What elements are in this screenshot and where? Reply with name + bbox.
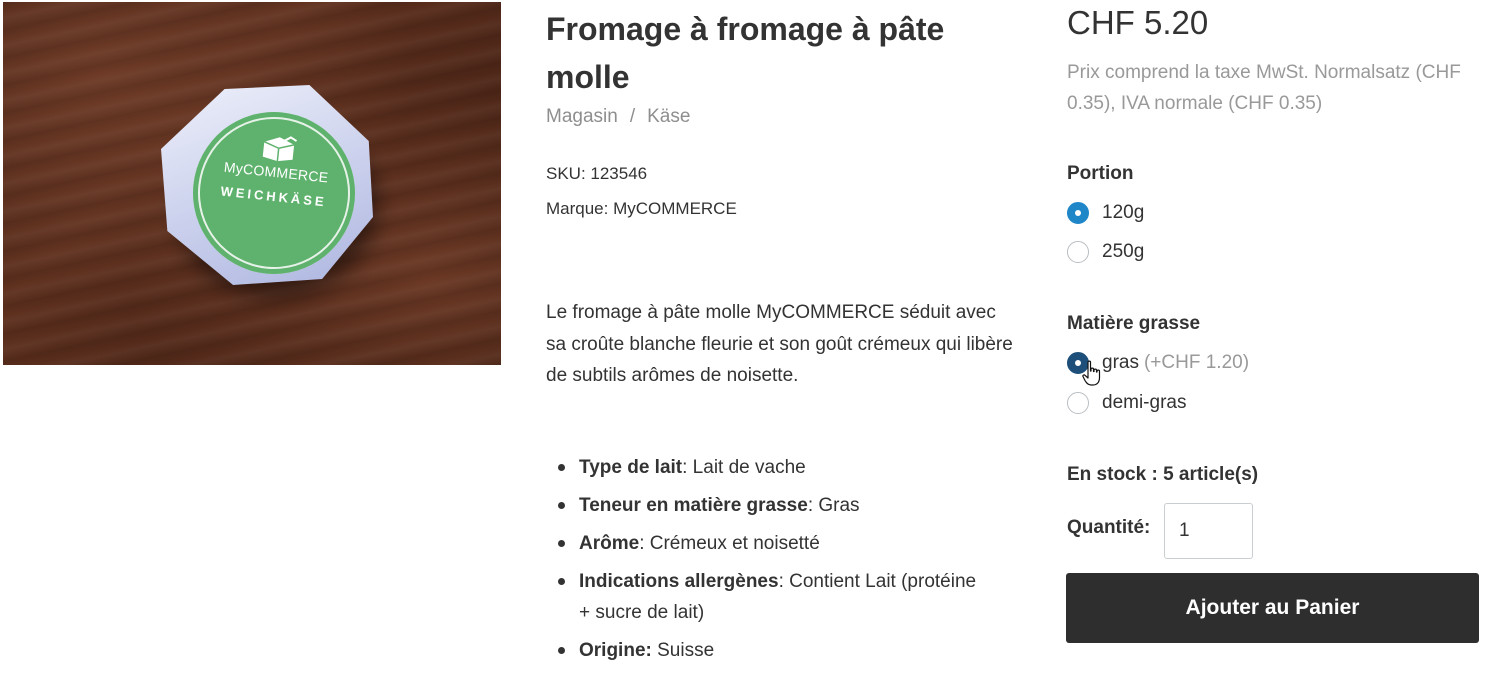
feature-item: Arôme: Crémeux et noisetté: [546, 528, 986, 559]
feature-label: Arôme: [579, 533, 640, 554]
stock-status: En stock : 5 article(s): [1067, 464, 1259, 485]
fat-option-demi-gras[interactable]: demi-gras: [1067, 390, 1186, 416]
radio-button-checked[interactable]: [1067, 202, 1089, 224]
tax-note: Prix comprend la taxe MwSt. Normalsatz (…: [1067, 62, 1461, 114]
fat-option-label: demi-gras: [1102, 392, 1187, 413]
feature-value: : Gras: [807, 495, 860, 516]
quantity-input[interactable]: [1164, 503, 1253, 559]
feature-value: Suisse: [651, 640, 715, 661]
feature-label: Teneur en matière grasse: [579, 495, 808, 516]
feature-list: Type de lait: Lait de vache Teneur en ma…: [546, 452, 986, 673]
feature-item: Type de lait: Lait de vache: [546, 452, 986, 483]
portion-option-label: 250g: [1102, 241, 1145, 262]
feature-value: : Crémeux et noisetté: [639, 533, 820, 554]
radio-button[interactable]: [1067, 241, 1089, 263]
product-description: Le fromage à pâte molle MyCOMMERCE sédui…: [546, 302, 1013, 386]
breadcrumb-link-magasin[interactable]: Magasin: [546, 106, 618, 127]
breadcrumb-separator: /: [629, 106, 636, 127]
feature-item: Origine: Suisse: [546, 635, 986, 666]
fat-heading: Matière grasse: [1067, 313, 1201, 334]
feature-label: Type de lait: [579, 457, 683, 478]
hand-cursor-icon: [1082, 360, 1101, 386]
feature-label: Origine:: [579, 640, 652, 661]
product-image: MyCOMMERCE WEICHKÄSE: [3, 2, 501, 365]
breadcrumb: Magasin / Käse: [546, 106, 690, 128]
radio-button[interactable]: [1067, 392, 1089, 414]
quantity-label: Quantité:: [1067, 517, 1151, 538]
add-to-cart-button[interactable]: Ajouter au Panier: [1066, 573, 1479, 643]
product-brand: Marque: MyCOMMERCE: [546, 199, 737, 218]
portion-option-250g[interactable]: 250g: [1067, 239, 1144, 265]
product-title: Fromage à fromage à pâte molle: [546, 11, 945, 95]
product-sku: SKU: 123546: [546, 164, 648, 183]
feature-value: : Lait de vache: [682, 457, 806, 478]
box-logo-icon: [262, 136, 298, 162]
feature-label: Indications allergènes: [579, 571, 779, 592]
feature-item: Teneur en matière grasse: Gras: [546, 490, 986, 521]
portion-heading: Portion: [1067, 163, 1134, 184]
portion-option-120g[interactable]: 120g: [1067, 200, 1144, 226]
fat-option-surcharge: (+CHF 1.20): [1143, 352, 1250, 373]
feature-item: Indications allergènes: Contient Lait (p…: [546, 566, 986, 628]
portion-option-label: 120g: [1102, 202, 1145, 223]
product-price: CHF 5.20: [1067, 4, 1209, 41]
fat-option-label: gras: [1102, 352, 1139, 373]
breadcrumb-link-kase[interactable]: Käse: [647, 106, 690, 127]
